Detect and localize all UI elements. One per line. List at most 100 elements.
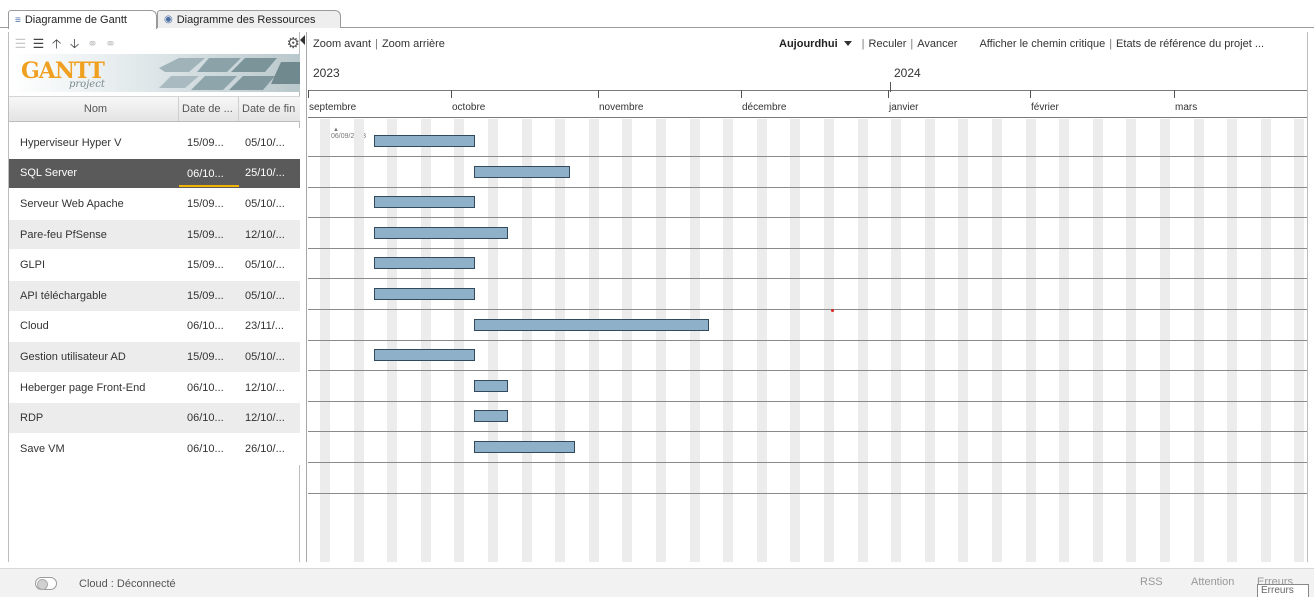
task-start-cell[interactable]: 15/09...: [179, 198, 239, 210]
chevron-down-icon[interactable]: [843, 41, 852, 47]
month-label: décembre: [741, 90, 786, 118]
column-header-name[interactable]: Nom: [9, 97, 179, 121]
table-row[interactable]: Serveur Web Apache 15/09... 05/10/...: [9, 189, 300, 220]
task-end-cell[interactable]: 12/10/...: [239, 382, 300, 394]
task-bar[interactable]: [374, 227, 508, 239]
row-divider: [308, 431, 1307, 432]
task-bar[interactable]: [374, 196, 475, 208]
task-name-cell[interactable]: Pare-feu PfSense: [9, 229, 179, 241]
row-divider: [308, 462, 1307, 463]
task-name-cell[interactable]: RDP: [9, 412, 179, 424]
gantt-chart-panel: Zoom avant | Zoom arrière Aujourdhui | Recul…: [308, 32, 1308, 562]
row-divider: [308, 156, 1307, 157]
link-icon[interactable]: ⚭: [85, 36, 100, 51]
task-name-cell[interactable]: Hyperviseur Hyper V: [9, 137, 179, 149]
gear-icon[interactable]: ⚙: [287, 34, 300, 52]
column-header-start[interactable]: Date de ...: [179, 97, 239, 121]
gantt-grid[interactable]: ▲ 06/09/2023: [308, 119, 1307, 562]
today-marker: [831, 309, 834, 312]
task-tree-panel: ☰ ☰ 🡡 🡣 ⚭ ⚭ ⚙ GANTT project Nom Date de …: [8, 32, 300, 562]
task-start-cell[interactable]: 06/10...: [179, 412, 239, 424]
attention-link[interactable]: Attention: [1191, 576, 1234, 588]
task-name-cell[interactable]: Gestion utilisateur AD: [9, 351, 179, 363]
task-bar[interactable]: [474, 166, 570, 178]
table-row[interactable]: Gestion utilisateur AD 15/09... 05/10/...: [9, 342, 300, 373]
critical-path-link[interactable]: Afficher le chemin critique: [979, 38, 1105, 50]
unlink-icon[interactable]: ⚭: [103, 36, 118, 51]
task-toolbar: ☰ ☰ 🡡 🡣 ⚭ ⚭ ⚙: [9, 32, 300, 54]
month-header: septembre octobre novembre décembre janvier f…: [308, 90, 1307, 118]
task-name-cell[interactable]: Serveur Web Apache: [9, 198, 179, 210]
task-table-body: Hyperviseur Hyper V 15/09... 05/10/... SQL …: [9, 128, 300, 465]
task-end-cell[interactable]: 05/10/...: [239, 290, 300, 302]
ganttproject-logo: GANTT project: [9, 54, 300, 92]
table-row[interactable]: Cloud 06/10... 23/11/...: [9, 311, 300, 343]
task-end-cell[interactable]: 23/11/...: [239, 320, 300, 332]
task-bar[interactable]: [474, 441, 575, 453]
move-up-icon[interactable]: 🡡: [49, 36, 64, 51]
task-start-cell[interactable]: 15/09...: [179, 229, 239, 241]
task-end-cell[interactable]: 05/10/...: [239, 259, 300, 271]
table-row[interactable]: Hyperviseur Hyper V 15/09... 05/10/...: [9, 128, 300, 159]
errors-tooltip: Erreurs: [1257, 584, 1309, 597]
indent-icon[interactable]: ☰: [31, 36, 46, 51]
table-row[interactable]: Heberger page Front-End 06/10... 12/10/...: [9, 372, 300, 404]
task-start-cell[interactable]: 06/10...: [179, 320, 239, 332]
task-start-cell[interactable]: 15/09...: [179, 259, 239, 271]
cloud-toggle[interactable]: [35, 577, 57, 590]
table-row[interactable]: API téléchargable 15/09... 05/10/...: [9, 280, 300, 312]
year-header: 2023 2024: [308, 62, 1307, 82]
collapse-left-icon[interactable]: [300, 35, 305, 45]
move-down-icon[interactable]: 🡣: [67, 36, 82, 51]
column-header-end[interactable]: Date de fin: [239, 97, 300, 121]
tab-resources[interactable]: ◉ Diagramme des Ressources: [157, 10, 341, 28]
today-button[interactable]: Aujourdhui: [779, 38, 838, 50]
baselines-link[interactable]: Etats de référence du projet ...: [1116, 38, 1264, 50]
rss-link[interactable]: RSS: [1140, 576, 1163, 588]
back-link[interactable]: Reculer: [869, 38, 907, 50]
zoom-out-link[interactable]: Zoom arrière: [382, 38, 445, 50]
task-start-cell[interactable]: 15/09...: [179, 137, 239, 149]
task-bar[interactable]: [374, 349, 475, 361]
year-label: 2023: [313, 66, 340, 80]
task-start-cell[interactable]: 15/09...: [179, 290, 239, 302]
task-name-cell[interactable]: Cloud: [9, 320, 179, 332]
tab-gantt[interactable]: ≡ Diagramme de Gantt: [8, 10, 157, 29]
task-end-cell[interactable]: 05/10/...: [239, 351, 300, 363]
task-bar[interactable]: [374, 257, 475, 269]
zoom-in-link[interactable]: Zoom avant: [313, 38, 371, 50]
task-end-cell[interactable]: 25/10/...: [239, 167, 300, 179]
task-name-cell[interactable]: Heberger page Front-End: [9, 382, 179, 394]
month-label: octobre: [451, 90, 485, 118]
table-row[interactable]: Pare-feu PfSense 15/09... 12/10/...: [9, 219, 300, 251]
table-row[interactable]: RDP 06/10... 12/10/...: [9, 403, 300, 434]
task-name-cell[interactable]: GLPI: [9, 259, 179, 271]
forward-link[interactable]: Avancer: [917, 38, 957, 50]
panel-splitter[interactable]: [300, 32, 307, 562]
task-bar[interactable]: [474, 410, 508, 422]
resources-icon: ◉: [164, 14, 173, 25]
task-end-cell[interactable]: 05/10/...: [239, 198, 300, 210]
task-name-cell[interactable]: SQL Server: [9, 167, 179, 179]
table-row[interactable]: GLPI 15/09... 05/10/...: [9, 250, 300, 281]
task-bar[interactable]: [374, 135, 475, 147]
month-label-text: novembre: [599, 102, 644, 113]
task-start-cell[interactable]: 06/10...: [179, 443, 239, 455]
table-row[interactable]: SQL Server 06/10... 25/10/...: [9, 158, 300, 190]
task-name-cell[interactable]: API téléchargable: [9, 290, 179, 302]
task-start-cell[interactable]: 06/10...: [179, 382, 239, 394]
task-start-cell[interactable]: 15/09...: [179, 351, 239, 363]
task-end-cell[interactable]: 12/10/...: [239, 412, 300, 424]
task-bar[interactable]: [474, 319, 709, 331]
task-bar[interactable]: [474, 380, 508, 392]
unindent-icon[interactable]: ☰: [13, 36, 28, 51]
table-row[interactable]: Save VM 06/10... 26/10/...: [9, 433, 300, 465]
row-divider: [308, 187, 1307, 188]
task-name-cell[interactable]: Save VM: [9, 443, 179, 455]
task-end-cell[interactable]: 26/10/...: [239, 443, 300, 455]
month-label-text: mars: [1175, 102, 1198, 113]
task-start-cell[interactable]: 06/10...: [179, 163, 239, 188]
task-bar[interactable]: [374, 288, 475, 300]
task-end-cell[interactable]: 12/10/...: [239, 229, 300, 241]
task-end-cell[interactable]: 05/10/...: [239, 137, 300, 149]
